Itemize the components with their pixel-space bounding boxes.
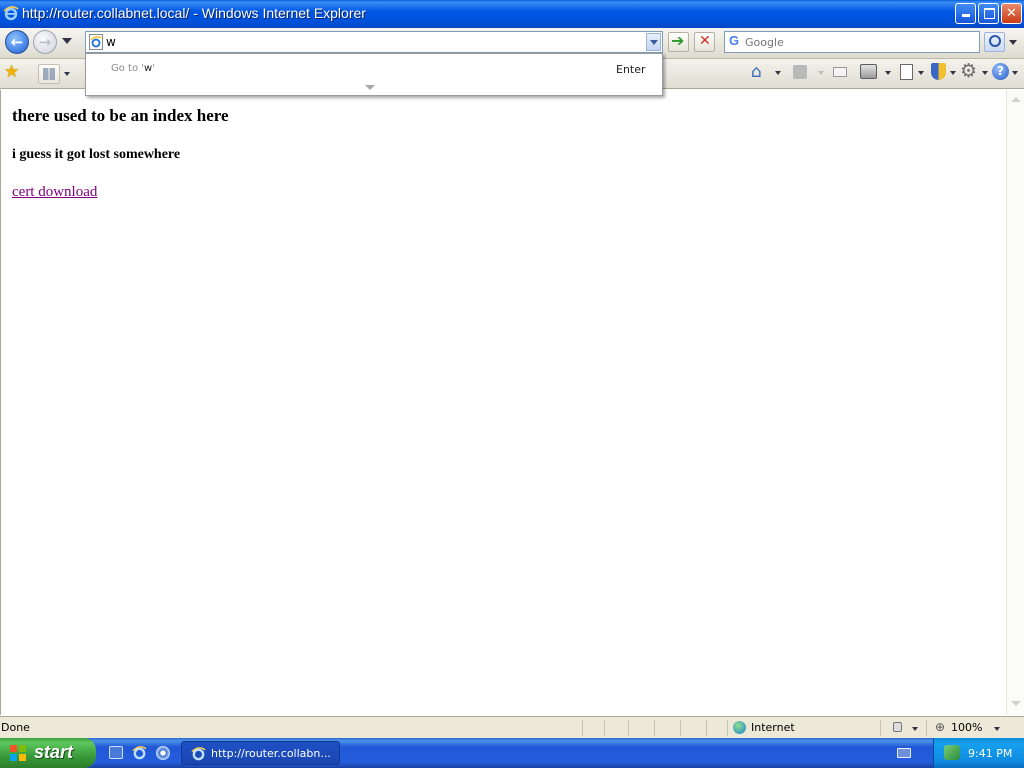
close-icon: ✕ [1006, 6, 1017, 21]
page-icon [89, 34, 103, 50]
tools-dropdown-icon[interactable] [982, 71, 988, 75]
page-dropdown-icon[interactable] [918, 71, 924, 75]
security-zone-label[interactable]: Internet [751, 721, 795, 734]
vertical-scrollbar[interactable] [1006, 90, 1024, 715]
ie-logo-icon [3, 5, 19, 21]
scroll-up-arrow-icon[interactable] [1011, 97, 1021, 102]
safety-dropdown-icon[interactable] [950, 71, 956, 75]
chevron-down-icon [650, 40, 658, 45]
quicklaunch-ie-icon[interactable] [132, 745, 147, 760]
recent-pages-dropdown-icon[interactable] [62, 38, 72, 44]
page-menu-icon[interactable] [900, 64, 913, 80]
page-content: there used to be an index here i guess i… [0, 90, 1006, 715]
enter-hint: Enter [616, 63, 646, 76]
page-heading: there used to be an index here [12, 106, 229, 125]
go-button[interactable]: ➔ [668, 31, 689, 52]
taskbar-ie-icon [191, 746, 206, 761]
zoom-icon[interactable]: ⊕ [935, 720, 945, 734]
clock[interactable]: 9:41 PM [968, 747, 1012, 760]
go-arrow-icon: ➔ [671, 31, 685, 50]
taskbar-item-label: http://router.collabn... [211, 747, 331, 760]
print-icon[interactable] [860, 64, 877, 79]
goto-suffix: ' [152, 63, 155, 74]
tab-list-dropdown-icon[interactable] [64, 72, 70, 76]
goto-prefix: Go to ' [111, 63, 145, 74]
system-tray: 9:41 PM [933, 738, 1024, 768]
home-dropdown-icon[interactable] [775, 71, 781, 75]
quick-tabs-icon [43, 68, 55, 80]
quicklaunch-show-desktop-icon[interactable] [109, 746, 123, 759]
help-dropdown-icon[interactable] [1012, 71, 1018, 75]
help-icon[interactable]: ? [992, 63, 1009, 80]
feeds-dropdown-icon [818, 71, 824, 75]
cert-download-link[interactable]: cert download [12, 184, 97, 201]
windows-logo-icon [10, 745, 26, 761]
address-bar[interactable] [85, 31, 663, 53]
minimize-icon [961, 14, 970, 17]
search-icon [989, 35, 1001, 47]
back-arrow-icon: ← [10, 33, 24, 51]
forward-arrow-icon: → [38, 33, 52, 51]
safety-shield-icon[interactable] [931, 63, 946, 80]
keyboard-icon[interactable] [897, 748, 911, 758]
search-button[interactable] [984, 32, 1005, 52]
stop-button[interactable]: ✕ [694, 32, 715, 52]
read-mail-icon[interactable] [833, 67, 847, 77]
quicklaunch-media-player-icon[interactable] [156, 746, 170, 760]
chevron-down-icon [1009, 40, 1017, 45]
taskbar-item-ie[interactable]: http://router.collabn... [181, 741, 340, 765]
window-title-bar[interactable]: http://router.collabnet.local/ - Windows… [0, 0, 1024, 28]
status-text: Done [1, 721, 30, 734]
stop-icon: ✕ [699, 33, 711, 49]
zoom-level[interactable]: 100% [951, 721, 982, 734]
page-subheading: i guess it got lost somewhere [12, 147, 181, 162]
address-input[interactable] [106, 34, 636, 50]
address-autocomplete-dropdown: Go to 'w' Enter [85, 53, 663, 96]
protected-mode-lock-icon[interactable] [893, 722, 902, 732]
print-dropdown-icon[interactable] [885, 71, 891, 75]
expand-suggestions-icon[interactable] [365, 85, 375, 90]
protected-mode-dropdown-icon[interactable] [912, 727, 918, 731]
tools-gear-icon[interactable]: ⚙ [960, 60, 977, 82]
start-label: start [34, 742, 74, 762]
status-bar: Done Internet ⊕ 100% [0, 716, 1024, 738]
taskbar: start http://router.collabn... 9:41 PM [0, 738, 1024, 768]
minimize-button[interactable] [955, 3, 976, 24]
scroll-down-arrow-icon[interactable] [1011, 701, 1021, 706]
restore-button[interactable] [978, 3, 999, 24]
address-dropdown-button[interactable] [646, 33, 661, 51]
google-logo-icon: G [729, 33, 740, 48]
internet-zone-globe-icon [733, 721, 746, 734]
window-title: http://router.collabnet.local/ - Windows… [22, 5, 366, 21]
goto-label: Go to 'w' [111, 63, 155, 74]
home-icon[interactable]: ⌂ [751, 62, 762, 82]
forward-button[interactable]: → [33, 30, 57, 54]
search-options-button[interactable] [1006, 32, 1019, 52]
search-input[interactable] [745, 34, 975, 50]
favorites-star-icon[interactable]: ★ [4, 62, 19, 82]
close-button[interactable]: ✕ [1001, 3, 1022, 24]
goto-value: w [144, 63, 153, 74]
start-button[interactable]: start [0, 738, 96, 768]
back-button[interactable]: ← [5, 30, 29, 54]
quick-tabs-button[interactable] [38, 64, 60, 84]
zoom-dropdown-icon[interactable] [994, 727, 1000, 731]
search-box[interactable]: G [724, 31, 980, 53]
restore-icon [984, 8, 995, 19]
feeds-icon[interactable] [793, 65, 807, 79]
goto-suggestion[interactable]: Go to 'w' Enter [86, 54, 662, 82]
network-tray-icon[interactable] [944, 745, 960, 760]
